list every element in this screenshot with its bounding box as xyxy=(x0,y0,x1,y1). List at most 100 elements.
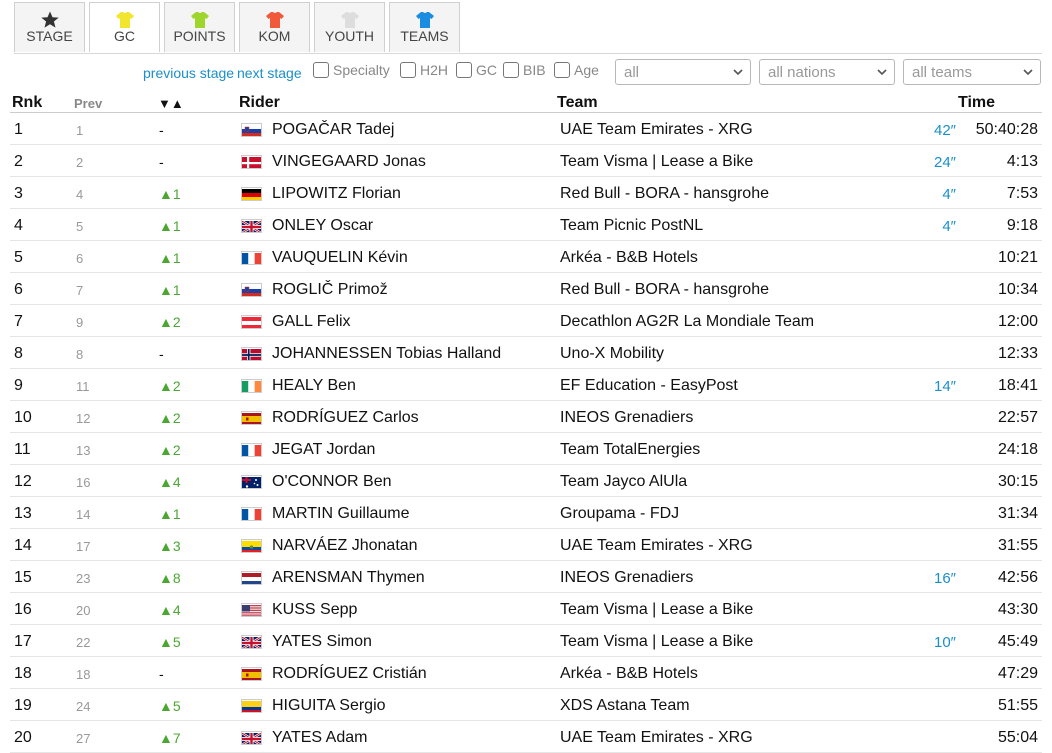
previous-stage-link[interactable]: previous stage xyxy=(143,65,234,81)
gc-label: GC xyxy=(476,62,497,78)
tab-youth[interactable]: YOUTH xyxy=(314,2,385,52)
rank-change-cell: ▲3 xyxy=(159,538,181,554)
tab-kom[interactable]: KOM xyxy=(239,2,310,52)
header-rank[interactable]: Rnk xyxy=(12,94,42,112)
header-team[interactable]: Team xyxy=(557,94,598,112)
rider-name-link[interactable]: HIGUITA Sergio xyxy=(272,697,386,715)
team-name-link[interactable]: Team Visma | Lease a Bike xyxy=(560,633,753,651)
prev-rank-cell: 24 xyxy=(76,699,91,714)
team-name-link[interactable]: Uno-X Mobility xyxy=(560,345,664,363)
rider-name-link[interactable]: HEALY Ben xyxy=(272,377,356,395)
table-row[interactable]: 17 22 ▲5 YATES Simon Team Visma | Lease a Bi… xyxy=(0,625,1052,657)
rider-name-link[interactable]: GALL Felix xyxy=(272,313,351,331)
team-name-link[interactable]: UAE Team Emirates - XRG xyxy=(560,729,753,747)
nations-select[interactable]: all nations xyxy=(759,59,895,85)
team-name-link[interactable]: Red Bull - BORA - hansgrohe xyxy=(560,281,769,299)
team-name-link[interactable]: Arkéa - B&B Hotels xyxy=(560,665,698,683)
team-name-link[interactable]: INEOS Grenadiers xyxy=(560,409,693,427)
checkbox-box[interactable] xyxy=(313,62,329,78)
team-name-link[interactable]: Team Visma | Lease a Bike xyxy=(560,153,753,171)
header-time[interactable]: Time xyxy=(958,94,995,112)
rider-name-link[interactable]: ROGLIČ Primož xyxy=(272,281,388,299)
team-name-link[interactable]: INEOS Grenadiers xyxy=(560,569,693,587)
table-row[interactable]: 19 24 ▲5 HIGUITA Sergio XDS Astana Team 51:55 xyxy=(0,689,1052,721)
age-checkbox[interactable]: Age xyxy=(554,62,599,78)
team-name-link[interactable]: Red Bull - BORA - hansgrohe xyxy=(560,185,769,203)
rider-name-link[interactable]: RODRÍGUEZ Cristián xyxy=(272,665,427,683)
team-name-link[interactable]: Groupama - FDJ xyxy=(560,505,679,523)
table-row[interactable]: 2 2 - VINGEGAARD Jonas Team Visma | Lease a … xyxy=(0,145,1052,177)
table-row[interactable]: 6 7 ▲1 ROGLIČ Primož Red Bull - BORA - hansg… xyxy=(0,273,1052,305)
table-row[interactable]: 18 18 - RODRÍGUEZ Cristián Arkéa - B&B Hotel… xyxy=(0,657,1052,689)
table-row[interactable]: 11 13 ▲2 JEGAT Jordan Team TotalEnergies 24:1… xyxy=(0,433,1052,465)
table-row[interactable]: 20 27 ▲7 YATES Adam UAE Team Emirates - XRG 5… xyxy=(0,721,1052,753)
table-row[interactable]: 13 14 ▲1 MARTIN Guillaume Groupama - FDJ 31:3… xyxy=(0,497,1052,529)
chevron-down-icon xyxy=(1023,69,1033,76)
teams-select[interactable]: all teams xyxy=(903,59,1041,85)
tab-stage[interactable]: STAGE xyxy=(14,2,85,52)
next-stage-link[interactable]: next stage xyxy=(237,65,302,81)
rank-cell: 1 xyxy=(14,121,23,138)
table-row[interactable]: 15 23 ▲8 ARENSMAN Thymen INEOS Grenadiers 16″… xyxy=(0,561,1052,593)
classification-tabs: STAGE GC POINTS KOM YOUTH TEAMS xyxy=(14,2,460,54)
tab-teams[interactable]: TEAMS xyxy=(389,2,460,52)
rider-name-link[interactable]: MARTIN Guillaume xyxy=(272,505,410,523)
table-row[interactable]: 14 17 ▲3 NARVÁEZ Jhonatan UAE Team Emirates … xyxy=(0,529,1052,561)
rider-name-link[interactable]: POGAČAR Tadej xyxy=(272,121,394,139)
bib-label: BIB xyxy=(523,62,546,78)
table-row[interactable]: 4 5 ▲1 ONLEY Oscar Team Picnic PostNL 4″ 9:18 xyxy=(0,209,1052,241)
jersey-icon xyxy=(190,12,209,28)
table-row[interactable]: 9 11 ▲2 HEALY Ben EF Education - EasyPost 14″… xyxy=(0,369,1052,401)
table-row[interactable]: 1 1 - POGAČAR Tadej UAE Team Emirates - XRG 4… xyxy=(0,113,1052,145)
rider-name-link[interactable]: NARVÁEZ Jhonatan xyxy=(272,537,418,555)
rider-name-link[interactable]: LIPOWITZ Florian xyxy=(272,185,401,203)
table-row[interactable]: 12 16 ▲4 O'CONNOR Ben Team Jayco AlUla 30:15 xyxy=(0,465,1052,497)
rider-name-link[interactable]: O'CONNOR Ben xyxy=(272,473,392,491)
team-name-link[interactable]: EF Education - EasyPost xyxy=(560,377,738,395)
team-name-link[interactable]: Arkéa - B&B Hotels xyxy=(560,249,698,267)
team-name-link[interactable]: XDS Astana Team xyxy=(560,697,690,715)
rider-name-link[interactable]: ARENSMAN Thymen xyxy=(272,569,425,587)
header-change[interactable]: ▼▲ xyxy=(158,96,184,111)
checkbox-box[interactable] xyxy=(400,62,416,78)
rider-name-link[interactable]: VINGEGAARD Jonas xyxy=(272,153,426,171)
checkbox-box[interactable] xyxy=(554,62,570,78)
team-name-link[interactable]: Team Visma | Lease a Bike xyxy=(560,601,753,619)
rider-name-link[interactable]: KUSS Sepp xyxy=(272,601,357,619)
filter-select[interactable]: all xyxy=(615,59,751,85)
table-row[interactable]: 7 9 ▲2 GALL Felix Decathlon AG2R La Mondiale… xyxy=(0,305,1052,337)
country-flag-icon xyxy=(241,699,262,713)
rank-cell: 19 xyxy=(14,697,32,714)
rider-name-link[interactable]: YATES Adam xyxy=(272,729,367,747)
table-row[interactable]: 8 8 - JOHANNESSEN Tobias Halland Uno-X Mobil… xyxy=(0,337,1052,369)
team-name-link[interactable]: UAE Team Emirates - XRG xyxy=(560,537,753,555)
table-row[interactable]: 10 12 ▲2 RODRÍGUEZ Carlos INEOS Grenadiers 22… xyxy=(0,401,1052,433)
team-name-link[interactable]: Team Jayco AlUla xyxy=(560,473,687,491)
country-flag-icon xyxy=(241,635,262,649)
rider-name-link[interactable]: VAUQUELIN Kévin xyxy=(272,249,408,267)
team-name-link[interactable]: Team TotalEnergies xyxy=(560,441,700,459)
gc-checkbox[interactable]: GC xyxy=(456,62,497,78)
rider-name-link[interactable]: JOHANNESSEN Tobias Halland xyxy=(272,345,501,363)
header-rider[interactable]: Rider xyxy=(239,94,280,112)
table-row[interactable]: 16 20 ▲4 KUSS Sepp Team Visma | Lease a Bike… xyxy=(0,593,1052,625)
table-row[interactable]: 5 6 ▲1 VAUQUELIN Kévin Arkéa - B&B Hotels 10:… xyxy=(0,241,1052,273)
jersey-icon xyxy=(265,12,284,28)
tab-points[interactable]: POINTS xyxy=(164,2,235,52)
specialty-checkbox[interactable]: Specialty xyxy=(313,62,390,78)
rider-name-link[interactable]: ONLEY Oscar xyxy=(272,217,373,235)
rank-change-cell: ▲1 xyxy=(159,186,181,202)
rider-name-link[interactable]: RODRÍGUEZ Carlos xyxy=(272,409,419,427)
h2h-checkbox[interactable]: H2H xyxy=(400,62,448,78)
bib-checkbox[interactable]: BIB xyxy=(503,62,546,78)
team-name-link[interactable]: Team Picnic PostNL xyxy=(560,217,703,235)
team-name-link[interactable]: Decathlon AG2R La Mondiale Team xyxy=(560,313,814,331)
header-prev[interactable]: Prev xyxy=(74,96,102,111)
checkbox-box[interactable] xyxy=(456,62,472,78)
rider-name-link[interactable]: JEGAT Jordan xyxy=(272,441,375,459)
checkbox-box[interactable] xyxy=(503,62,519,78)
table-row[interactable]: 3 4 ▲1 LIPOWITZ Florian Red Bull - BORA - ha… xyxy=(0,177,1052,209)
rider-name-link[interactable]: YATES Simon xyxy=(272,633,372,651)
tab-gc[interactable]: GC xyxy=(89,2,160,52)
team-name-link[interactable]: UAE Team Emirates - XRG xyxy=(560,121,753,139)
